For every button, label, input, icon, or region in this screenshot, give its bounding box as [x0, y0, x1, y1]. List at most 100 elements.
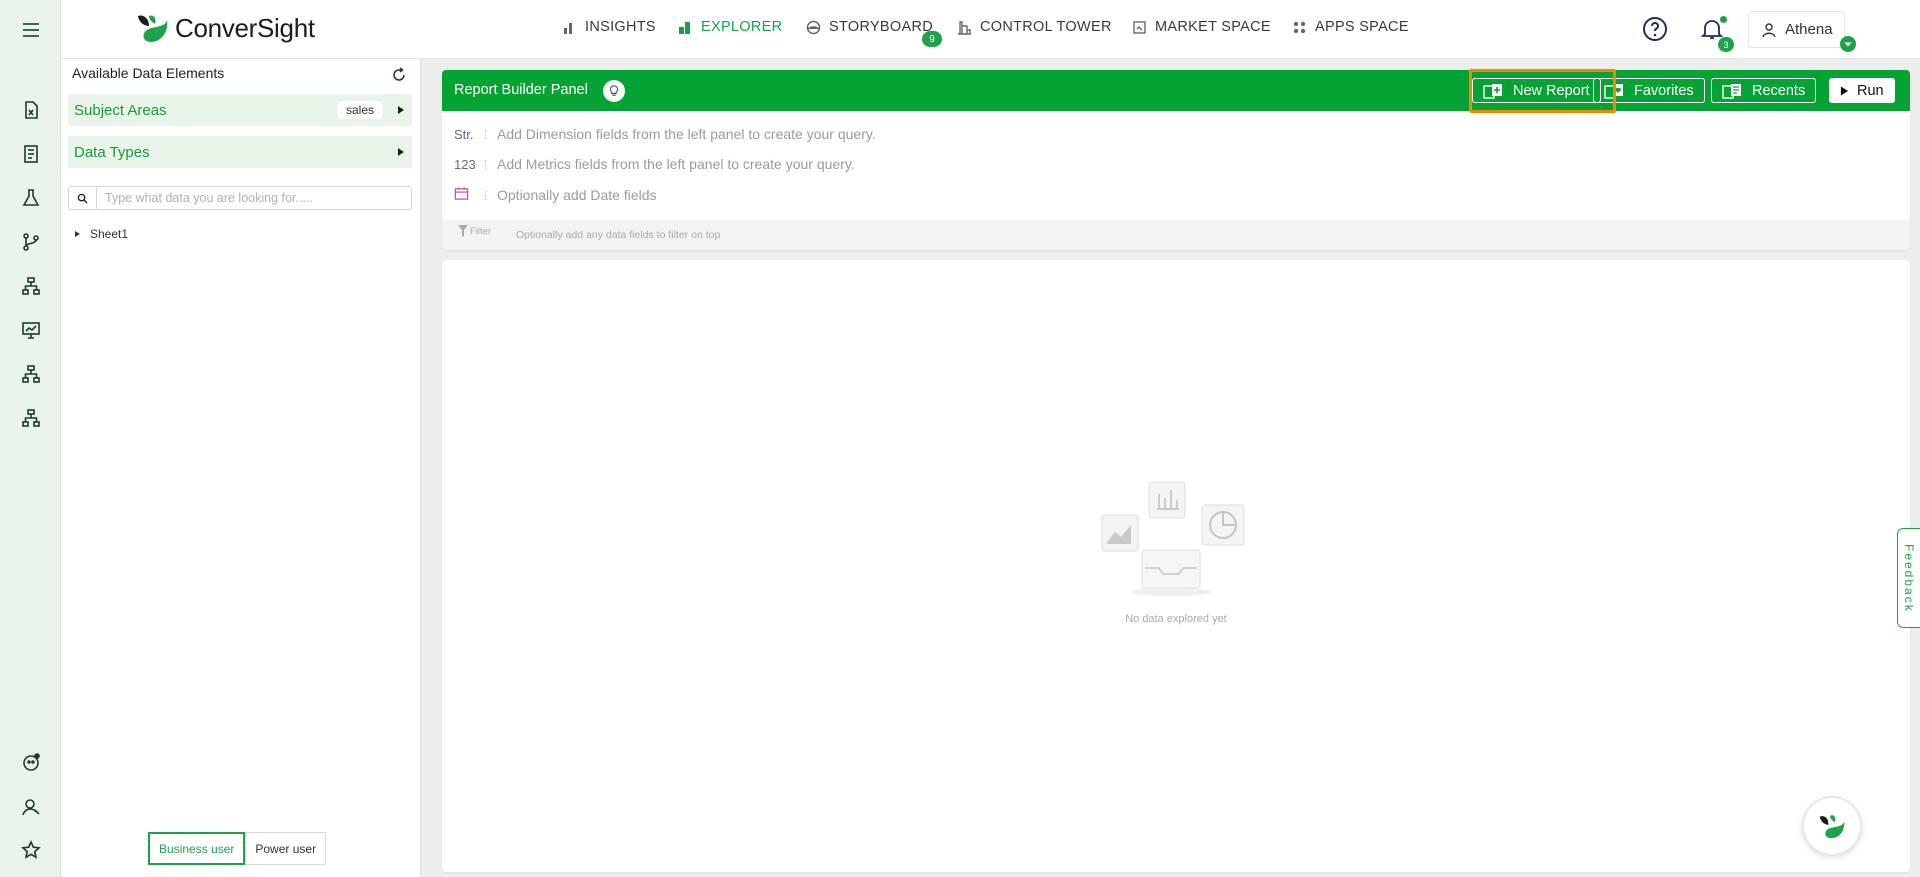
panel-title: Available Data Elements [72, 65, 225, 81]
bar-chart-icon [564, 22, 572, 34]
storyboard-icon [806, 20, 821, 34]
data-types-row[interactable]: Data Types [68, 136, 412, 168]
feedback-label: Feedback [1902, 543, 1916, 613]
help-icon[interactable] [1642, 16, 1668, 42]
play-icon [1840, 86, 1849, 95]
org-chart-icon[interactable] [0, 356, 61, 392]
filter-funnel-icon [458, 225, 468, 237]
tree-item-sheet1[interactable]: Sheet1 [75, 227, 128, 241]
date-hint: Optionally add Date fields [497, 187, 657, 203]
dimension-hint: Add Dimension fields from the left panel… [497, 126, 876, 142]
refresh-icon[interactable] [391, 67, 407, 83]
network-icon[interactable] [0, 400, 61, 436]
run-button[interactable]: Run [1829, 78, 1895, 103]
storyboard-count-badge: 9 [922, 31, 942, 47]
favorites-icon [1604, 83, 1623, 99]
user-manage-icon[interactable] [0, 789, 61, 825]
user-icon [1762, 22, 1776, 37]
drag-handle-icon: ⋮ [480, 189, 491, 202]
user-dropdown-chevron-icon[interactable] [1840, 36, 1856, 52]
nav-control-tower[interactable]: CONTROL TOWER [957, 19, 1112, 35]
nav-label: EXPLORER [701, 19, 783, 35]
empty-state-text: No data explored yet [1125, 613, 1227, 625]
explorer-chart-icon [679, 21, 690, 34]
empty-state-illustration-icon [1101, 481, 1245, 596]
recents-label: Recents [1752, 82, 1806, 99]
result-canvas: No data explored yet [442, 260, 1910, 872]
data-search-input[interactable] [97, 188, 411, 208]
notification-count-badge: 3 [1718, 37, 1734, 52]
expand-arrow-icon [398, 148, 404, 156]
business-user-button[interactable]: Business user [148, 832, 246, 865]
hierarchy-icon[interactable] [0, 268, 61, 304]
logo-mark-icon [135, 12, 169, 44]
report-doc-icon[interactable] [0, 136, 61, 172]
chatbot-logo-icon [1819, 815, 1845, 839]
recents-icon [1722, 83, 1741, 99]
metrics-drop-row[interactable]: 123 ⋮ Add Metrics fields from the left p… [454, 156, 855, 172]
filter-bar[interactable]: Filter Optionally add any data fields to… [442, 220, 1910, 250]
string-type-tag: Str. [454, 126, 474, 142]
favorites-button[interactable]: Favorites [1593, 78, 1705, 103]
report-builder-title: Report Builder Panel [454, 82, 588, 98]
user-menu[interactable]: Athena [1748, 11, 1845, 48]
dimension-drop-row[interactable]: Str. ⋮ Add Dimension fields from the lef… [454, 126, 876, 142]
subject-areas-row[interactable]: Subject Areas sales [68, 94, 412, 126]
new-report-label: New Report [1513, 82, 1590, 99]
conversight-logo[interactable]: ConverSight [135, 12, 315, 44]
icon-rail [0, 0, 61, 877]
new-report-icon [1483, 83, 1502, 99]
search-icon [69, 187, 97, 209]
data-search-box [68, 186, 412, 210]
top-bar: ConverSight INSIGHTS EXPLORER STORYBOARD… [61, 0, 1920, 59]
power-user-button[interactable]: Power user [245, 832, 327, 865]
nav-apps-space[interactable]: APPS SPACE [1292, 19, 1409, 35]
hamburger-menu-icon[interactable] [0, 12, 61, 48]
data-elements-panel: Available Data Elements Subject Areas sa… [61, 59, 421, 877]
filter-control[interactable]: Filter [458, 225, 491, 237]
subject-area-chip[interactable]: sales [338, 101, 383, 119]
nav-market-space[interactable]: MARKET SPACE [1132, 19, 1271, 35]
user-name: Athena [1785, 21, 1833, 38]
star-icon[interactable] [0, 832, 61, 868]
notification-dot [1720, 16, 1727, 23]
run-label: Run [1857, 82, 1884, 99]
drag-handle-icon: ⋮ [480, 158, 491, 171]
market-icon [1133, 20, 1146, 34]
favorites-label: Favorites [1634, 82, 1694, 99]
date-drop-row[interactable]: ⋮ Optionally add Date fields [454, 186, 657, 204]
metrics-hint: Add Metrics fields from the left panel t… [497, 156, 855, 172]
subject-areas-label: Subject Areas [74, 101, 167, 119]
report-builder-header: Report Builder Panel New Report Favorite… [442, 70, 1910, 111]
nav-label: INSIGHTS [585, 19, 656, 35]
expand-arrow-icon [398, 106, 404, 114]
nav-storyboard[interactable]: STORYBOARD [806, 19, 933, 35]
nav-label: CONTROL TOWER [980, 19, 1112, 35]
feedback-tab[interactable]: Feedback [1897, 528, 1920, 628]
filter-hint: Optionally add any data fields to filter… [516, 229, 721, 241]
recents-button[interactable]: Recents [1711, 78, 1817, 103]
lightbulb-tip-icon[interactable] [603, 80, 625, 102]
presentation-icon[interactable] [0, 312, 61, 348]
user-mode-toggle: Business user Power user [148, 832, 327, 865]
calendar-icon [454, 186, 474, 204]
branch-icon[interactable] [0, 224, 61, 260]
report-builder-panel: Report Builder Panel New Report Favorite… [442, 69, 1910, 250]
tree-expand-icon[interactable] [75, 231, 80, 237]
nav-label: STORYBOARD [829, 19, 933, 35]
nav-insights[interactable]: INSIGHTS [562, 19, 656, 35]
nav-label: MARKET SPACE [1155, 19, 1271, 35]
data-types-label: Data Types [74, 143, 150, 161]
nav-explorer[interactable]: EXPLORER [678, 19, 782, 35]
tower-icon [958, 20, 971, 35]
ai-assistant-icon[interactable] [0, 744, 61, 780]
nav-label: APPS SPACE [1315, 19, 1409, 35]
number-type-tag: 123 [454, 156, 476, 172]
main-area: Report Builder Panel New Report Favorite… [421, 59, 1920, 877]
tree-item-label: Sheet1 [90, 227, 129, 241]
new-report-button[interactable]: New Report [1472, 78, 1601, 103]
formula-doc-icon[interactable] [0, 92, 61, 128]
filter-label: Filter [470, 226, 492, 237]
flask-icon[interactable] [0, 180, 61, 216]
chatbot-launcher[interactable] [1802, 796, 1862, 856]
